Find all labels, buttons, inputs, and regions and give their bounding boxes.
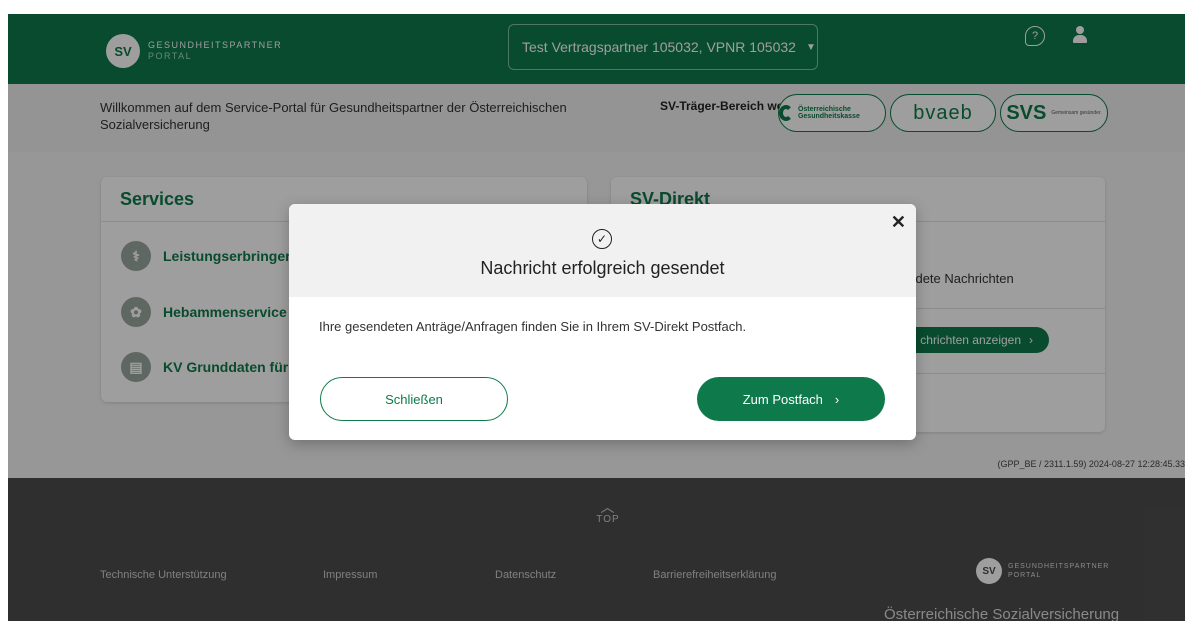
close-icon[interactable]: ✕ xyxy=(891,212,906,233)
chevron-right-icon: › xyxy=(834,391,840,407)
modal-header: ✕ ✓ Nachricht erfolgreich gesendet xyxy=(289,204,916,297)
close-button[interactable]: Schließen xyxy=(320,377,508,421)
modal-title: Nachricht erfolgreich gesendet xyxy=(480,258,725,278)
page: SV GESUNDHEITSPARTNER PORTAL Test Vertra… xyxy=(0,0,1185,621)
go-to-inbox-button[interactable]: Zum Postfach › xyxy=(697,377,885,421)
success-modal: ✕ ✓ Nachricht erfolgreich gesendet Ihre … xyxy=(289,204,916,440)
modal-message: Ihre gesendeten Anträge/Anfragen finden … xyxy=(319,319,747,334)
close-button-label: Schließen xyxy=(385,391,443,407)
go-to-inbox-label: Zum Postfach xyxy=(742,391,823,407)
check-circle-icon: ✓ xyxy=(592,229,612,249)
